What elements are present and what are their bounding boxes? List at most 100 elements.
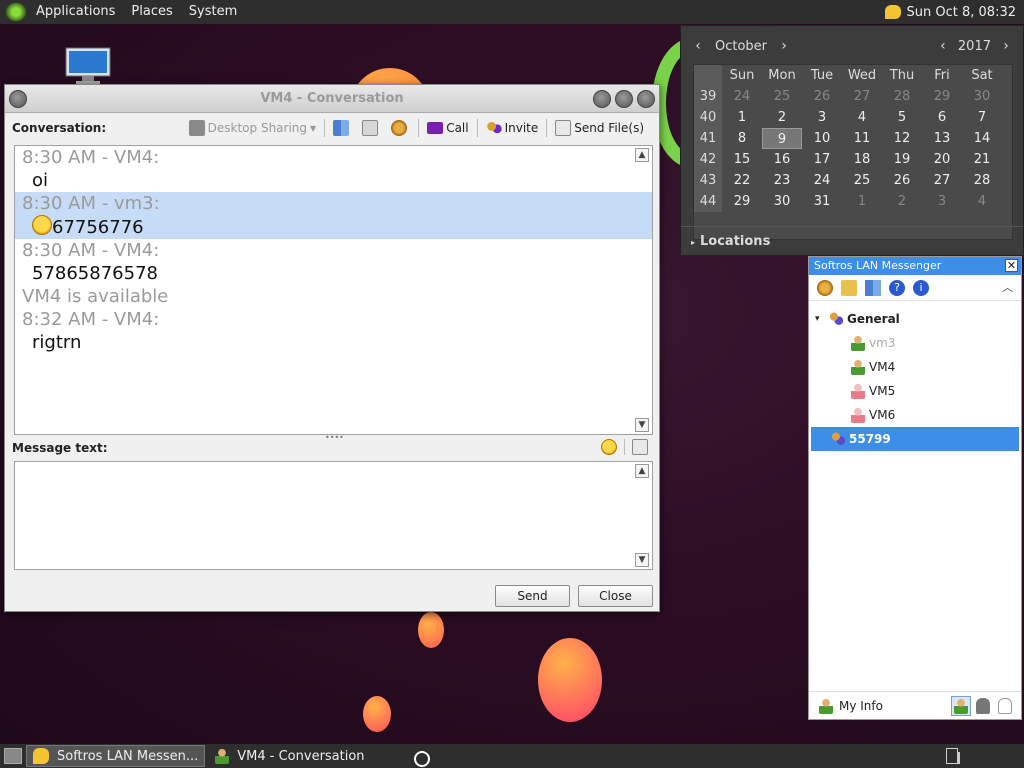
pane-splitter[interactable]: •••• bbox=[325, 434, 344, 442]
calendar-day[interactable]: 27 bbox=[842, 86, 882, 107]
next-year-button[interactable]: › bbox=[999, 38, 1013, 54]
settings-button[interactable] bbox=[386, 117, 415, 139]
menu-places[interactable]: Places bbox=[123, 0, 180, 24]
calendar-day[interactable]: 24 bbox=[802, 170, 842, 191]
emoticon-button[interactable] bbox=[601, 439, 617, 455]
calendar-day[interactable]: 2 bbox=[882, 191, 922, 212]
help-icon[interactable]: ? bbox=[889, 279, 905, 296]
status-offline-button[interactable] bbox=[995, 696, 1015, 716]
task-conversation[interactable]: VM4 - Conversation bbox=[209, 745, 370, 767]
calendar-day[interactable]: 22 bbox=[722, 170, 762, 191]
chevron-up-icon[interactable]: ︿ bbox=[1002, 279, 1013, 295]
calendar-day[interactable]: 28 bbox=[882, 86, 922, 107]
lan-messenger-titlebar[interactable]: Softros LAN Messenger ✕ bbox=[809, 257, 1021, 275]
lan-close-button[interactable]: ✕ bbox=[1005, 259, 1018, 272]
calendar-day[interactable]: 25 bbox=[762, 86, 802, 107]
conversation-titlebar[interactable]: VM4 - Conversation bbox=[5, 85, 659, 113]
next-month-button[interactable]: › bbox=[777, 38, 791, 54]
contact-vm3[interactable]: vm3 bbox=[809, 331, 1021, 355]
calendar-day[interactable]: 4 bbox=[842, 107, 882, 128]
calendar-day[interactable]: 16 bbox=[762, 149, 802, 170]
task-lan-messenger[interactable]: Softros LAN Messen... bbox=[26, 745, 206, 767]
info-icon[interactable]: i bbox=[913, 279, 929, 296]
calendar-day[interactable]: 9 bbox=[762, 128, 802, 149]
prev-month-button[interactable]: ‹ bbox=[691, 38, 705, 54]
calendar-day[interactable]: 24 bbox=[722, 86, 762, 107]
calendar-day[interactable]: 30 bbox=[762, 191, 802, 212]
status-online-button[interactable] bbox=[951, 695, 971, 716]
messenger-tray-icon[interactable] bbox=[884, 5, 901, 19]
workspace-switcher[interactable] bbox=[946, 748, 958, 764]
history-scroll-up[interactable]: ▲ bbox=[635, 148, 649, 162]
calendar-day[interactable]: 4 bbox=[962, 191, 1002, 212]
calendar-day[interactable]: 14 bbox=[962, 128, 1002, 149]
workspace-switcher[interactable] bbox=[958, 752, 960, 764]
calendar-day[interactable]: 3 bbox=[802, 107, 842, 128]
calendar-day[interactable]: 6 bbox=[922, 107, 962, 128]
calendar-day[interactable]: 19 bbox=[882, 149, 922, 170]
compose-scroll-down[interactable]: ▼ bbox=[635, 553, 649, 567]
show-desktop-icon[interactable] bbox=[4, 748, 22, 764]
group-55799[interactable]: 55799 bbox=[811, 427, 1019, 451]
send-files-button[interactable]: Send File(s) bbox=[550, 117, 649, 139]
contact-vm6[interactable]: VM6 bbox=[809, 403, 1021, 427]
calendar-day[interactable]: 23 bbox=[762, 170, 802, 191]
maximize-button[interactable] bbox=[615, 90, 633, 108]
calendar-day[interactable]: 20 bbox=[922, 149, 962, 170]
conversation-history[interactable]: 8:30 AM - VM4: oi 8:30 AM - vm3: 6775677… bbox=[14, 145, 653, 435]
minimize-button[interactable] bbox=[593, 90, 611, 108]
calendar-day[interactable]: 11 bbox=[842, 128, 882, 149]
calendar-day[interactable]: 8 bbox=[722, 128, 762, 149]
user-info-button[interactable] bbox=[357, 117, 386, 139]
my-info-button[interactable]: My Info bbox=[839, 699, 883, 713]
call-button[interactable]: Call bbox=[422, 117, 473, 139]
menu-system[interactable]: System bbox=[181, 0, 245, 24]
calendar-day[interactable]: 27 bbox=[922, 170, 962, 191]
mate-logo-icon[interactable] bbox=[6, 3, 26, 21]
calendar-day[interactable]: 13 bbox=[922, 128, 962, 149]
calendar-day[interactable]: 12 bbox=[882, 128, 922, 149]
calendar-day[interactable]: 5 bbox=[882, 107, 922, 128]
calendar-day[interactable]: 25 bbox=[842, 170, 882, 191]
calendar-day[interactable]: 31 bbox=[802, 191, 842, 212]
compose-scroll-up[interactable]: ▲ bbox=[635, 464, 649, 478]
window-menu-button[interactable] bbox=[9, 90, 27, 108]
desktop-sharing-button[interactable]: Desktop Sharing ▼ bbox=[184, 117, 322, 139]
book-icon[interactable] bbox=[865, 279, 881, 296]
prev-year-button[interactable]: ‹ bbox=[936, 38, 950, 54]
group-general[interactable]: ▾ General bbox=[809, 307, 1021, 331]
calendar-day[interactable]: 7 bbox=[962, 107, 1002, 128]
calendar-day[interactable]: 2 bbox=[762, 107, 802, 128]
history-button[interactable] bbox=[328, 117, 357, 139]
calendar-day[interactable]: 1 bbox=[842, 191, 882, 212]
close-window-button[interactable] bbox=[637, 90, 655, 108]
status-away-button[interactable] bbox=[973, 696, 993, 716]
computer-icon[interactable] bbox=[64, 46, 112, 86]
calendar-day[interactable]: 30 bbox=[962, 86, 1002, 107]
invite-button[interactable]: Invite bbox=[481, 117, 544, 139]
calendar-day[interactable]: 29 bbox=[922, 86, 962, 107]
calendar-day[interactable]: 3 bbox=[922, 191, 962, 212]
panel-clock[interactable]: Sun Oct 8, 08:32 bbox=[907, 5, 1016, 20]
calendar-day[interactable]: 1 bbox=[722, 107, 762, 128]
contact-vm4[interactable]: VM4 bbox=[809, 355, 1021, 379]
calendar-day[interactable]: 26 bbox=[802, 86, 842, 107]
locations-expander[interactable]: ▸ Locations bbox=[681, 226, 1023, 256]
menu-applications[interactable]: Applications bbox=[28, 0, 123, 24]
folder-icon[interactable] bbox=[841, 279, 857, 296]
calendar-day[interactable]: 28 bbox=[962, 170, 1002, 191]
calendar-day[interactable]: 15 bbox=[722, 149, 762, 170]
calendar-day[interactable]: 17 bbox=[802, 149, 842, 170]
format-text-button[interactable] bbox=[632, 439, 648, 455]
calendar-day[interactable]: 10 bbox=[802, 128, 842, 149]
calendar-day[interactable]: 26 bbox=[882, 170, 922, 191]
calendar-day[interactable]: 18 bbox=[842, 149, 882, 170]
calendar-day[interactable]: 21 bbox=[962, 149, 1002, 170]
send-button[interactable]: Send bbox=[495, 585, 570, 607]
message-input[interactable] bbox=[15, 462, 635, 567]
gear-icon[interactable] bbox=[817, 279, 833, 296]
history-scroll-down[interactable]: ▼ bbox=[635, 418, 649, 432]
calendar-day[interactable]: 29 bbox=[722, 191, 762, 212]
contact-vm5[interactable]: VM5 bbox=[809, 379, 1021, 403]
close-button[interactable]: Close bbox=[578, 585, 653, 607]
